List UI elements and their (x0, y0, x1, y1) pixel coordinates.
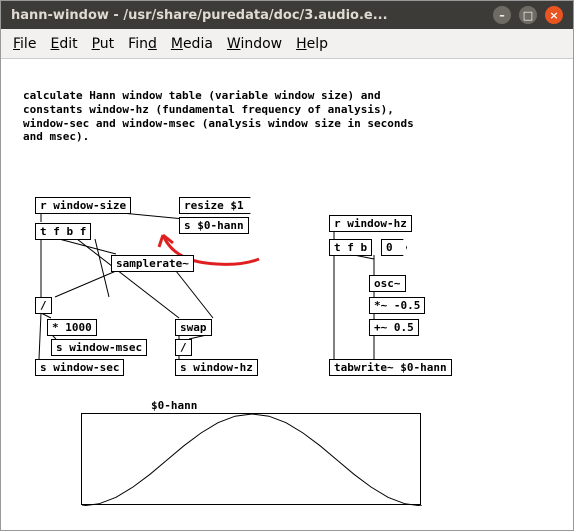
patch-canvas[interactable]: calculate Hann window table (variable wi… (1, 59, 573, 530)
graph-label: $0-hann (151, 399, 197, 412)
hann-graph[interactable] (81, 413, 421, 505)
obj-s-window-msec[interactable]: s window-msec (51, 339, 147, 356)
obj-times-neg05[interactable]: *~ -0.5 (369, 297, 425, 314)
close-button[interactable]: × (545, 6, 563, 24)
obj-s-window-hz[interactable]: s window-hz (175, 359, 258, 376)
hann-curve (82, 414, 422, 506)
obj-tfbf[interactable]: t f b f (35, 223, 91, 240)
menu-edit[interactable]: Edit (50, 36, 77, 52)
minimize-button[interactable]: – (493, 6, 511, 24)
obj-s-0-hann-top[interactable]: s $0-hann (179, 217, 249, 234)
menu-file[interactable]: File (13, 36, 36, 52)
comment-description: calculate Hann window table (variable wi… (23, 89, 414, 144)
obj-times-1000[interactable]: * 1000 (47, 319, 97, 336)
obj-plus-05[interactable]: +~ 0.5 (369, 319, 419, 336)
obj-r-window-hz[interactable]: r window-hz (329, 215, 412, 232)
obj-tfb[interactable]: t f b (329, 239, 372, 256)
obj-samplerate[interactable]: samplerate~ (111, 255, 194, 272)
obj-swap[interactable]: swap (175, 319, 212, 336)
window-title: hann-window - /usr/share/puredata/doc/3.… (11, 8, 485, 23)
titlebar[interactable]: hann-window - /usr/share/puredata/doc/3.… (1, 1, 573, 29)
obj-r-window-size[interactable]: r window-size (35, 197, 131, 214)
obj-tabwrite[interactable]: tabwrite~ $0-hann (329, 359, 452, 376)
numbox-zero[interactable]: 0 (381, 239, 407, 256)
menu-find[interactable]: Find (128, 36, 157, 52)
menu-media[interactable]: Media (171, 36, 213, 52)
menubar: File Edit Put Find Media Window Help (1, 29, 573, 59)
obj-divide-right[interactable]: / (175, 339, 192, 356)
maximize-button[interactable]: □ (519, 6, 537, 24)
app-window: hann-window - /usr/share/puredata/doc/3.… (0, 0, 574, 531)
menu-help[interactable]: Help (296, 36, 328, 52)
obj-osc[interactable]: osc~ (369, 275, 406, 292)
msg-resize[interactable]: resize $1 (179, 197, 251, 214)
obj-divide-left[interactable]: / (35, 297, 52, 314)
menu-window[interactable]: Window (227, 36, 282, 52)
menu-put[interactable]: Put (92, 36, 115, 52)
obj-s-window-sec[interactable]: s window-sec (35, 359, 124, 376)
